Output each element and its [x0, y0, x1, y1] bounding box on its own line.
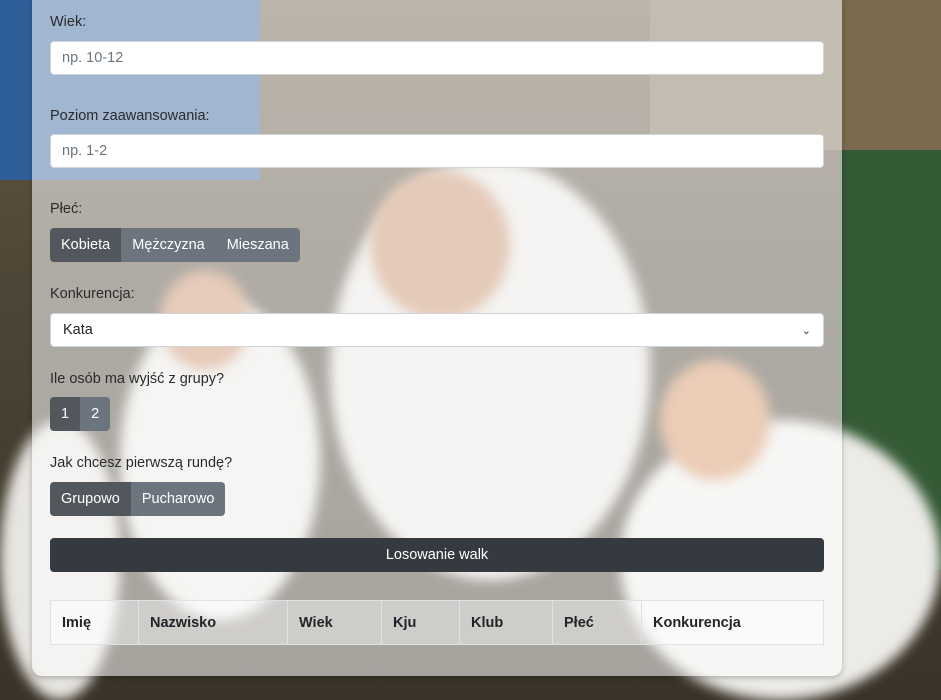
column-header-imie[interactable]: Imię	[50, 600, 139, 645]
competition-label: Konkurencja:	[50, 286, 135, 302]
gender-label: Płeć:	[50, 201, 83, 217]
level-input[interactable]	[50, 134, 824, 168]
draw-fights-button[interactable]: Losowanie walk	[50, 538, 824, 572]
column-header-plec[interactable]: Płeć	[552, 600, 642, 645]
gender-option-mieszana[interactable]: Mieszana	[215, 228, 300, 262]
competition-selected-value: Kata	[63, 322, 93, 338]
advance-button-group: 1 2	[50, 397, 111, 431]
level-label: Poziom zaawansowania:	[50, 108, 210, 124]
gender-button-group: Kobieta Mężczyzna Mieszana	[50, 228, 300, 262]
column-header-klub[interactable]: Klub	[459, 600, 553, 645]
column-header-wiek[interactable]: Wiek	[287, 600, 382, 645]
advance-option-1[interactable]: 1	[50, 397, 81, 431]
advance-option-2[interactable]: 2	[80, 397, 111, 431]
column-header-konkurencja[interactable]: Konkurencja	[641, 600, 824, 645]
table-header-row: Imię Nazwisko Wiek Kju Klub Płeć Konkure…	[50, 600, 824, 645]
column-header-kju[interactable]: Kju	[381, 600, 460, 645]
gender-option-mezczyzna[interactable]: Mężczyzna	[121, 228, 216, 262]
first-round-option-grupowo[interactable]: Grupowo	[50, 482, 131, 516]
gender-option-kobieta[interactable]: Kobieta	[50, 228, 122, 262]
first-round-option-pucharowo[interactable]: Pucharowo	[130, 482, 226, 516]
advance-label: Ile osób ma wyjść z grupy?	[50, 371, 225, 387]
age-label: Wiek:	[50, 14, 87, 30]
age-input[interactable]	[50, 41, 824, 75]
chevron-down-icon: ⌄	[801, 324, 811, 337]
first-round-label: Jak chcesz pierwszą rundę?	[50, 455, 233, 471]
first-round-button-group: Grupowo Pucharowo	[50, 482, 226, 516]
competition-select[interactable]: Kata ⌄	[50, 313, 824, 347]
column-header-nazwisko[interactable]: Nazwisko	[138, 600, 288, 645]
participants-table: Imię Nazwisko Wiek Kju Klub Płeć Konkure…	[50, 600, 824, 645]
